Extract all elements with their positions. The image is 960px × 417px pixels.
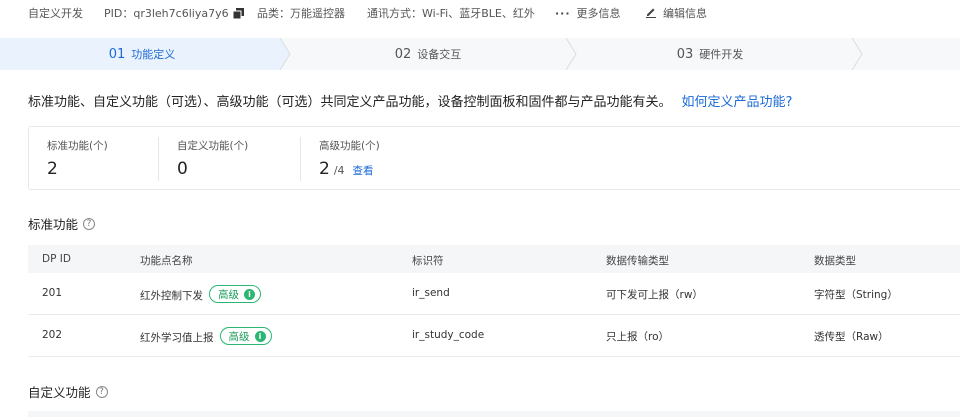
table-row[interactable]: 201 红外控制下发 高级 i ir_send 可下发可上报（rw） 字符型（Str… xyxy=(28,273,960,315)
section-title-text: 自定义功能 xyxy=(28,385,91,400)
function-name-cell: 红外学习值上报 高级 i xyxy=(140,327,272,347)
step-label: 设备交互 xyxy=(417,48,462,61)
col-transfer-type: 数据传输类型 xyxy=(606,255,669,267)
help-circle-icon[interactable]: ? xyxy=(95,385,108,398)
product-type: 自定义开发 xyxy=(28,7,83,20)
col-dp-id: DP ID xyxy=(42,253,71,265)
standard-count-stat: 标准功能(个) 2 xyxy=(47,138,108,179)
stat-value: 0 xyxy=(177,159,188,179)
col-data-type: 数据类型 xyxy=(814,255,856,267)
stat-value: 2 xyxy=(319,159,330,179)
advanced-badge: 高级 i xyxy=(209,285,261,303)
divider xyxy=(300,137,301,181)
comm-field: 通讯方式： Wi-Fi、蓝牙BLE、红外 xyxy=(367,5,535,21)
step-number: 03 xyxy=(676,46,694,62)
edit-pencil-icon xyxy=(645,6,657,21)
how-to-define-link[interactable]: 如何定义产品功能? xyxy=(682,95,793,110)
transfer-type-cell: 只上报（ro） xyxy=(606,331,670,343)
development-stepper: 01 功能定义 02 设备交互 03 硬件开发 xyxy=(0,38,960,70)
more-info-button[interactable]: ··· 更多信息 xyxy=(555,5,621,21)
category-label: 品类： xyxy=(257,7,290,20)
custom-count-stat: 自定义功能(个) 0 xyxy=(177,138,248,179)
stat-title: 标准功能(个) xyxy=(47,140,108,152)
stat-title: 高级功能(个) xyxy=(319,140,380,152)
info-dot-icon[interactable]: i xyxy=(254,330,266,342)
stat-value: 2 xyxy=(47,159,58,179)
col-identifier: 标识符 xyxy=(412,255,444,267)
edit-info-label: 编辑信息 xyxy=(663,7,707,20)
data-type-cell: 透传型（Raw） xyxy=(814,331,889,343)
pid-value: qr3leh7c6liya7y6 xyxy=(133,6,229,20)
step-label: 功能定义 xyxy=(131,48,176,61)
step-hardware-development[interactable]: 03 硬件开发 xyxy=(570,38,850,70)
step-device-interaction[interactable]: 02 设备交互 xyxy=(288,38,568,70)
identifier-cell: ir_send xyxy=(412,287,450,299)
custom-table-header xyxy=(28,411,960,417)
table-row[interactable]: 202 红外学习值上报 高级 i ir_study_code 只上报（ro） 透传型… xyxy=(28,315,960,357)
function-name: 红外控制下发 xyxy=(140,290,203,302)
dp-id-cell: 201 xyxy=(42,287,63,299)
help-circle-icon[interactable]: ? xyxy=(83,217,96,230)
step-function-definition[interactable]: 01 功能定义 xyxy=(0,38,284,70)
divider xyxy=(158,137,159,181)
product-info-bar: 自定义开发 PID： qr3leh7c6liya7y6 品类： 万能遥控器 通讯… xyxy=(0,0,960,26)
category-value: 万能遥控器 xyxy=(290,7,345,20)
view-advanced-link[interactable]: 查看 xyxy=(353,163,374,178)
intro-description: 标准功能、自定义功能（可选）、高级功能（可选）共同定义产品功能，设备控制面板和固… xyxy=(28,95,672,110)
edit-info-button[interactable]: 编辑信息 xyxy=(645,5,707,21)
more-dots-icon: ··· xyxy=(555,6,571,20)
section-title-text: 标准功能 xyxy=(28,217,79,232)
col-function-name: 功能点名称 xyxy=(140,255,193,267)
category-field: 品类： 万能遥控器 xyxy=(257,5,345,21)
custom-section-title: 自定义功能 ? xyxy=(28,382,108,401)
advanced-count-stat: 高级功能(个) 2 /4 查看 xyxy=(319,138,380,179)
more-info-label: 更多信息 xyxy=(576,7,621,20)
identifier-cell: ir_study_code xyxy=(412,329,485,341)
info-dot-icon[interactable]: i xyxy=(244,288,255,300)
stat-title: 自定义功能(个) xyxy=(177,140,249,152)
step-label: 硬件开发 xyxy=(699,48,744,61)
copy-icon[interactable] xyxy=(232,7,244,19)
comm-label: 通讯方式： xyxy=(367,7,422,20)
data-type-cell: 字符型（String） xyxy=(814,289,898,301)
badge-label: 高级 xyxy=(218,288,239,301)
table-header: DP ID 功能点名称 标识符 数据传输类型 数据类型 xyxy=(28,245,960,273)
step-number: 01 xyxy=(108,46,126,62)
function-summary-card: 标准功能(个) 2 自定义功能(个) 0 高级功能(个) 2 /4 查看 xyxy=(28,126,960,190)
pid-field: PID： qr3leh7c6liya7y6 xyxy=(104,5,244,21)
step-number: 02 xyxy=(394,46,412,62)
badge-label: 高级 xyxy=(228,330,250,343)
function-name-cell: 红外控制下发 高级 i xyxy=(140,285,261,305)
stat-total: /4 xyxy=(333,164,345,177)
standard-section-title: 标准功能 ? xyxy=(28,214,96,233)
pid-label: PID： xyxy=(104,7,134,20)
comm-value: Wi-Fi、蓝牙BLE、红外 xyxy=(422,7,535,20)
dp-id-cell: 202 xyxy=(42,329,63,341)
intro-text: 标准功能、自定义功能（可选）、高级功能（可选）共同定义产品功能，设备控制面板和固… xyxy=(28,91,792,110)
advanced-badge: 高级 i xyxy=(219,327,272,345)
function-name: 红外学习值上报 xyxy=(140,332,214,344)
transfer-type-cell: 可下发可上报（rw） xyxy=(606,289,703,301)
